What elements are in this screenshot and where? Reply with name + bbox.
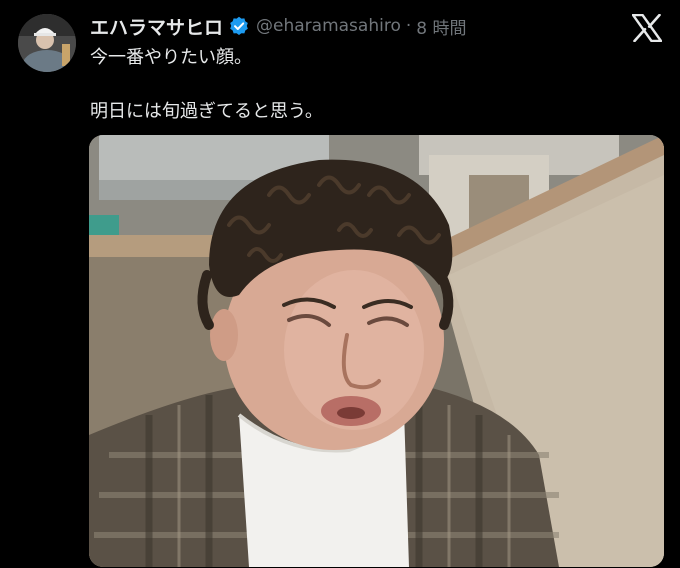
verified-badge-icon [229, 16, 249, 36]
avatar[interactable] [18, 14, 76, 72]
post-time[interactable]: 8 時間 [416, 14, 466, 39]
display-name[interactable]: エハラマサヒロ [90, 13, 223, 40]
user-handle[interactable]: @eharamasahiro [256, 16, 401, 36]
tweet-card: エハラマサヒロ @eharamasahiro · 8 時間 今一番やりたい顔。 … [0, 0, 680, 568]
tweet-text-line-2: 明日には旬過ぎてると思う。 [90, 101, 323, 122]
x-logo-icon[interactable] [631, 13, 663, 43]
tweet-photo[interactable] [89, 135, 664, 567]
tweet-header: エハラマサヒロ @eharamasahiro · 8 時間 [90, 13, 466, 39]
separator-dot: · [405, 16, 412, 36]
tweet-text-line-1: 今一番やりたい顔。 [90, 47, 252, 68]
